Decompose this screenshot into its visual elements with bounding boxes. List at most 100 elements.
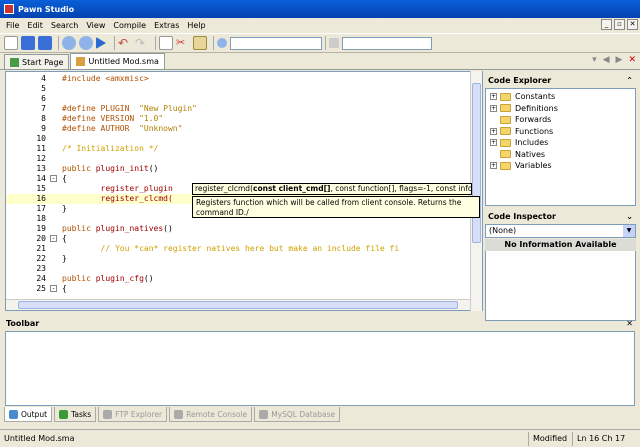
close-icon[interactable]: ✕ xyxy=(627,19,638,30)
search-input[interactable] xyxy=(230,36,322,50)
minimize-icon[interactable]: _ xyxy=(601,19,612,30)
code-line[interactable]: 11 /* Initialization */ xyxy=(6,144,476,154)
line-number: 18 xyxy=(36,214,46,223)
close-tab-icon[interactable]: ✕ xyxy=(628,55,636,65)
tree-item-functions[interactable]: + Functions xyxy=(486,126,635,138)
tab-output[interactable]: Output xyxy=(4,407,53,422)
find-next-icon[interactable] xyxy=(79,36,93,50)
undo-icon[interactable]: ↶ xyxy=(118,36,132,50)
expand-icon[interactable]: + xyxy=(490,139,497,147)
fold-toggle-icon[interactable]: - xyxy=(50,285,57,292)
tab-remote-console[interactable]: Remote Console xyxy=(169,407,253,422)
paste-icon[interactable] xyxy=(193,36,207,50)
code-line[interactable]: 12 xyxy=(6,154,476,164)
code-line[interactable]: 25-{ xyxy=(6,284,476,294)
tab-label: Remote Console xyxy=(186,409,248,419)
open-icon[interactable] xyxy=(21,36,35,50)
chevron-down-icon[interactable]: ▼ xyxy=(623,225,635,237)
line-code: register_plugin xyxy=(100,184,173,193)
code-line[interactable]: 22} xyxy=(6,254,476,264)
toolbar-separator xyxy=(325,36,326,50)
code-line[interactable]: 6 xyxy=(6,94,476,104)
menu-search[interactable]: Search xyxy=(51,21,78,30)
tab-next-icon[interactable]: ▶ xyxy=(616,55,623,65)
tab-mysql-database[interactable]: MySQL Database xyxy=(254,407,341,422)
code-line[interactable]: 19 public plugin_natives() xyxy=(6,224,476,234)
close-icon[interactable]: ✕ xyxy=(626,319,633,328)
menu-file[interactable]: File xyxy=(6,21,19,30)
find-icon[interactable] xyxy=(62,36,76,50)
tree-item-label: Constants xyxy=(515,92,556,102)
expand-icon[interactable]: + xyxy=(490,127,497,135)
line-number: 22 xyxy=(36,254,46,263)
code-line[interactable]: 4 #include <amxmisc> xyxy=(6,74,476,84)
tab-tasks[interactable]: Tasks xyxy=(54,407,97,422)
line-number: 23 xyxy=(36,264,46,273)
line-code: public plugin_natives() xyxy=(62,224,173,233)
save-icon[interactable] xyxy=(38,36,52,50)
expand-icon[interactable]: + xyxy=(490,104,497,112)
code-line[interactable]: 8 #define VERSION "1.0" xyxy=(6,114,476,124)
home-icon xyxy=(10,57,19,67)
restore-icon[interactable]: ▫ xyxy=(614,19,625,30)
tree-item-includes[interactable]: + Includes xyxy=(486,137,635,149)
menu-view[interactable]: View xyxy=(86,21,105,30)
line-number: 11 xyxy=(36,144,46,153)
code-line[interactable]: 24 public plugin_cfg() xyxy=(6,274,476,284)
tree-item-natives[interactable]: Natives xyxy=(486,149,635,161)
code-line[interactable]: 5 xyxy=(6,84,476,94)
tab-ftp-explorer[interactable]: FTP Explorer xyxy=(98,407,168,422)
menu-help[interactable]: Help xyxy=(187,21,205,30)
line-number: 16 xyxy=(36,194,46,203)
goto-line-input[interactable] xyxy=(342,36,432,50)
tab-prev-icon[interactable]: ◀ xyxy=(603,55,610,65)
code-line[interactable]: 13 public plugin_init() xyxy=(6,164,476,174)
line-code: /* Initialization */ xyxy=(62,144,159,153)
inspector-combo[interactable]: (None) ▼ xyxy=(485,224,636,238)
tree-item-label: Functions xyxy=(515,126,554,136)
code-line[interactable]: 20-{ xyxy=(6,234,476,244)
folder-icon xyxy=(500,161,511,170)
code-line[interactable]: 7 #define PLUGIN "New Plugin" xyxy=(6,104,476,114)
tree-item-variables[interactable]: + Variables xyxy=(486,160,635,172)
line-code: { xyxy=(62,234,67,243)
expand-icon[interactable]: + xyxy=(490,93,497,101)
code-line[interactable]: 10 xyxy=(6,134,476,144)
line-number: 20 xyxy=(36,234,46,243)
code-line[interactable]: 23 xyxy=(6,264,476,274)
menu-extras[interactable]: Extras xyxy=(154,21,179,30)
tab-label: FTP Explorer xyxy=(115,409,163,419)
fold-toggle-icon[interactable]: - xyxy=(50,175,57,182)
tree-item-forwards[interactable]: Forwards xyxy=(486,114,635,126)
scroll-thumb[interactable] xyxy=(472,83,481,243)
document-tabs: Start Page Untitled Mod.sma xyxy=(0,53,640,70)
output-area[interactable] xyxy=(5,331,635,406)
fold-toggle-icon[interactable]: - xyxy=(50,235,57,242)
tree-item-constants[interactable]: + Constants xyxy=(486,91,635,103)
tab-start-page[interactable]: Start Page xyxy=(4,54,70,69)
folder-icon xyxy=(500,127,511,136)
horizontal-scrollbar[interactable] xyxy=(6,299,482,310)
menu-edit[interactable]: Edit xyxy=(27,21,43,30)
tree-item-definitions[interactable]: + Definitions xyxy=(486,103,635,115)
tab-list-icon[interactable]: ▾ xyxy=(592,55,597,65)
main-toolbar: ↶ ↷ ✂ xyxy=(0,33,640,53)
line-number: 8 xyxy=(41,114,46,123)
compile-icon[interactable] xyxy=(96,37,106,49)
cut-icon[interactable]: ✂ xyxy=(176,36,190,50)
new-file-icon[interactable] xyxy=(4,36,18,50)
line-code: #include <amxmisc> xyxy=(62,74,149,83)
expand-icon[interactable]: + xyxy=(490,162,497,170)
redo-icon[interactable]: ↷ xyxy=(135,36,149,50)
scroll-thumb[interactable] xyxy=(18,301,458,309)
copy-icon[interactable] xyxy=(159,36,173,50)
tab-untitled-mod[interactable]: Untitled Mod.sma xyxy=(70,53,165,69)
collapse-icon[interactable]: ⌄ xyxy=(626,212,633,221)
line-number: 15 xyxy=(36,184,46,193)
status-position: Ln 16 Ch 17 xyxy=(572,431,640,446)
menu-compile[interactable]: Compile xyxy=(113,21,146,30)
line-code: #define PLUGIN "New Plugin" xyxy=(62,104,197,113)
collapse-icon[interactable]: ⌃ xyxy=(626,76,633,85)
code-line[interactable]: 21 // You *can* register natives here bu… xyxy=(6,244,476,254)
code-line[interactable]: 9 #define AUTHOR "Unknown" xyxy=(6,124,476,134)
